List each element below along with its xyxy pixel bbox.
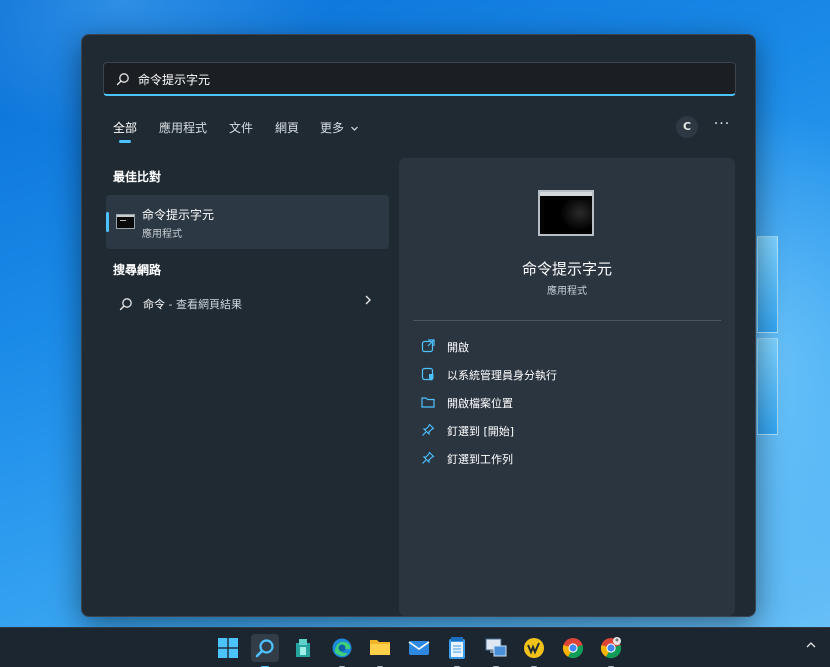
action-pin-to-taskbar[interactable]: 釘選到工作列 bbox=[421, 448, 711, 468]
search-icon bbox=[119, 296, 133, 315]
best-match-heading: 最佳比對 bbox=[113, 170, 162, 184]
folder-icon bbox=[421, 394, 435, 408]
web-search-result[interactable]: 命令 - 查看網頁結果 bbox=[113, 293, 381, 315]
tab-more-label: 更多 bbox=[320, 121, 345, 135]
action-label: 釘選到工作列 bbox=[447, 453, 513, 466]
edge-icon bbox=[331, 637, 353, 663]
open-external-icon bbox=[421, 338, 435, 353]
file-explorer-icon bbox=[369, 638, 391, 660]
action-open[interactable]: 開啟 bbox=[421, 336, 711, 356]
wallpaper-logo-tile bbox=[757, 236, 778, 333]
chrome-profile-icon bbox=[600, 637, 622, 663]
taskbar-remote-desktop[interactable] bbox=[482, 634, 510, 667]
taskbar-edge[interactable] bbox=[328, 634, 356, 667]
web-search-term: 命令 bbox=[143, 298, 165, 311]
best-match-title: 命令提示字元 bbox=[142, 208, 215, 222]
action-pin-to-start[interactable]: 釘選到 [開始] bbox=[421, 420, 711, 440]
web-search-suffix: - 查看網頁結果 bbox=[165, 298, 242, 311]
search-input[interactable] bbox=[138, 69, 718, 89]
best-match-type: 應用程式 bbox=[142, 229, 182, 240]
detail-subtitle: 應用程式 bbox=[547, 286, 587, 297]
tab-all[interactable]: 全部 bbox=[113, 119, 137, 143]
taskbar-chrome-profile[interactable] bbox=[597, 634, 625, 667]
web-search-text: 命令 - 查看網頁結果 bbox=[143, 296, 242, 312]
account-button[interactable]: C bbox=[676, 116, 698, 138]
action-label: 開啟 bbox=[447, 341, 469, 354]
taskbar bbox=[0, 627, 830, 667]
detail-pane: 命令提示字元 應用程式 開啟 以系統管理員身分執行 開啟檔案位置 釘選到 [開始… bbox=[399, 158, 735, 616]
action-label: 開啟檔案位置 bbox=[447, 397, 513, 410]
tab-more[interactable]: 更多 bbox=[320, 119, 359, 136]
best-match-result[interactable]: 命令提示字元 應用程式 bbox=[106, 195, 389, 249]
run-as-admin-icon bbox=[421, 366, 435, 381]
chrome-icon bbox=[562, 637, 584, 663]
app-installer-icon bbox=[294, 637, 312, 663]
taskbar-app-installer[interactable] bbox=[289, 634, 317, 662]
detail-title: 命令提示字元 bbox=[521, 260, 612, 278]
taskbar-file-explorer[interactable] bbox=[366, 634, 394, 667]
taskbar-search-button[interactable] bbox=[251, 634, 279, 667]
action-label: 釘選到 [開始] bbox=[447, 425, 515, 438]
taskbar-chrome[interactable] bbox=[559, 634, 587, 662]
tab-web[interactable]: 網頁 bbox=[275, 119, 299, 136]
wallpaper-logo-tile bbox=[757, 338, 778, 435]
pin-icon bbox=[421, 422, 435, 436]
search-icon bbox=[255, 638, 275, 662]
taskbar-app[interactable] bbox=[520, 634, 548, 667]
search-box[interactable] bbox=[103, 62, 736, 96]
chevron-up-icon bbox=[806, 638, 816, 652]
remote-desktop-icon bbox=[485, 637, 507, 663]
action-label: 以系統管理員身分執行 bbox=[447, 369, 557, 382]
start-icon bbox=[218, 638, 238, 662]
more-options-button[interactable]: ··· bbox=[710, 116, 734, 138]
tab-documents[interactable]: 文件 bbox=[229, 119, 253, 136]
chevron-down-icon bbox=[350, 122, 359, 136]
start-button[interactable] bbox=[214, 634, 242, 662]
action-run-as-admin[interactable]: 以系統管理員身分執行 bbox=[421, 364, 711, 384]
tab-apps[interactable]: 應用程式 bbox=[159, 119, 207, 136]
search-icon bbox=[116, 71, 130, 90]
taskbar-mail[interactable] bbox=[405, 634, 433, 662]
notepad-icon bbox=[448, 636, 466, 664]
divider bbox=[413, 320, 721, 321]
mail-icon bbox=[408, 639, 430, 661]
pin-icon bbox=[421, 450, 435, 464]
taskbar-notepad[interactable] bbox=[443, 634, 471, 667]
command-prompt-icon bbox=[538, 190, 594, 236]
show-hidden-icons-button[interactable] bbox=[806, 638, 816, 652]
chevron-right-icon bbox=[363, 294, 373, 310]
command-prompt-icon bbox=[116, 214, 135, 229]
action-open-file-location[interactable]: 開啟檔案位置 bbox=[421, 392, 711, 412]
search-flyout: 全部 應用程式 文件 網頁 更多 C ··· 最佳比對 命令提示字元 應用程式 … bbox=[81, 34, 756, 617]
selection-indicator bbox=[106, 212, 109, 232]
web-search-heading: 搜尋網路 bbox=[113, 263, 162, 277]
app-icon bbox=[523, 637, 545, 663]
